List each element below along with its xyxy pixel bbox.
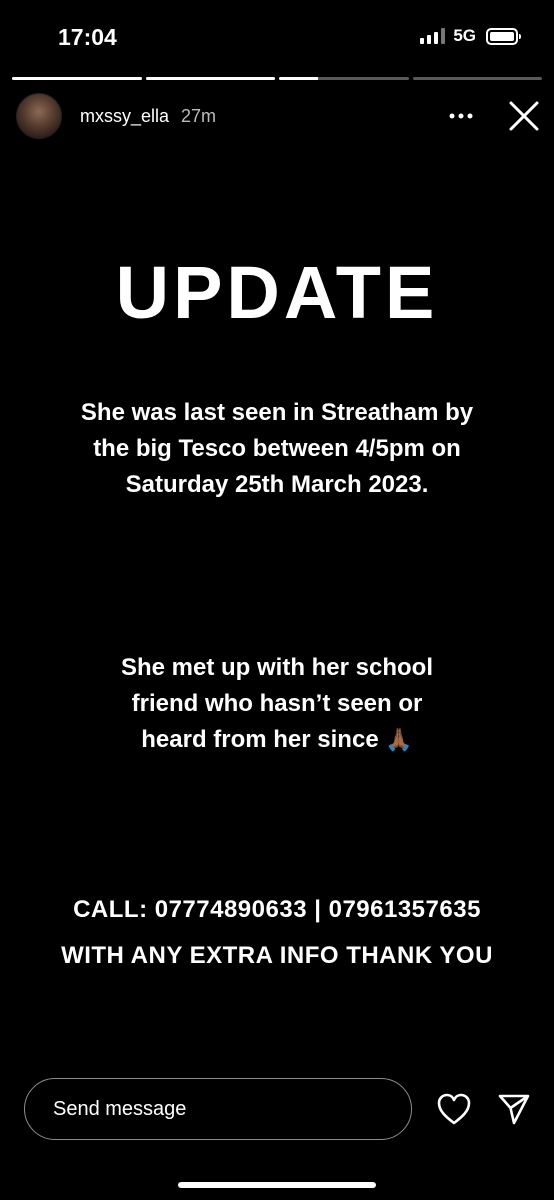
text-fragment: heard from her since <box>141 726 379 753</box>
username[interactable]: mxssy_ella <box>80 106 169 127</box>
send-message-placeholder: Send message <box>53 1097 187 1120</box>
story-progress <box>12 77 542 80</box>
text-line: friend who hasn’t seen or <box>131 690 423 717</box>
progress-segment <box>145 77 275 80</box>
text-line: heard from her since 🙏🏾 <box>0 722 554 758</box>
story-screen: 17:04 5G mxssy_ella 27m UPDATE She was l… <box>0 0 554 1200</box>
send-message-input[interactable]: Send message <box>24 1078 412 1140</box>
signal-icon <box>420 28 446 44</box>
heart-icon[interactable] <box>436 1092 472 1126</box>
network-type: 5G <box>453 26 476 45</box>
home-indicator[interactable] <box>178 1182 376 1188</box>
text-line: Saturday 25th March 2023. <box>125 471 429 498</box>
story-time: 27m <box>181 105 217 126</box>
progress-segment <box>412 77 542 80</box>
close-icon[interactable] <box>508 100 540 132</box>
text-line: She met up with her school <box>120 654 434 681</box>
text-line: She was last seen in Streatham by <box>80 399 474 426</box>
progress-segment <box>279 77 409 80</box>
status-time: 17:04 <box>58 24 117 50</box>
battery-icon <box>486 27 521 45</box>
status-bar: 17:04 5G <box>0 0 554 68</box>
story-title: UPDATE <box>115 251 439 334</box>
pray-emoji: 🙏🏾 <box>385 727 413 752</box>
share-icon[interactable] <box>496 1091 532 1127</box>
story-paragraph-1: She was last seen in Streatham by the bi… <box>0 395 554 503</box>
avatar[interactable] <box>16 93 62 139</box>
more-icon[interactable] <box>446 106 476 126</box>
status-indicators: 5G <box>420 26 521 46</box>
story-paragraph-2: She met up with her school friend who ha… <box>0 650 554 758</box>
info-line: WITH ANY EXTRA INFO THANK YOU <box>61 942 493 969</box>
story-header: mxssy_ella 27m <box>16 92 540 140</box>
progress-segment <box>12 77 142 80</box>
call-line: CALL: 07774890633 | 07961357635 <box>73 896 481 923</box>
text-line: the big Tesco between 4/5pm on <box>93 435 461 462</box>
